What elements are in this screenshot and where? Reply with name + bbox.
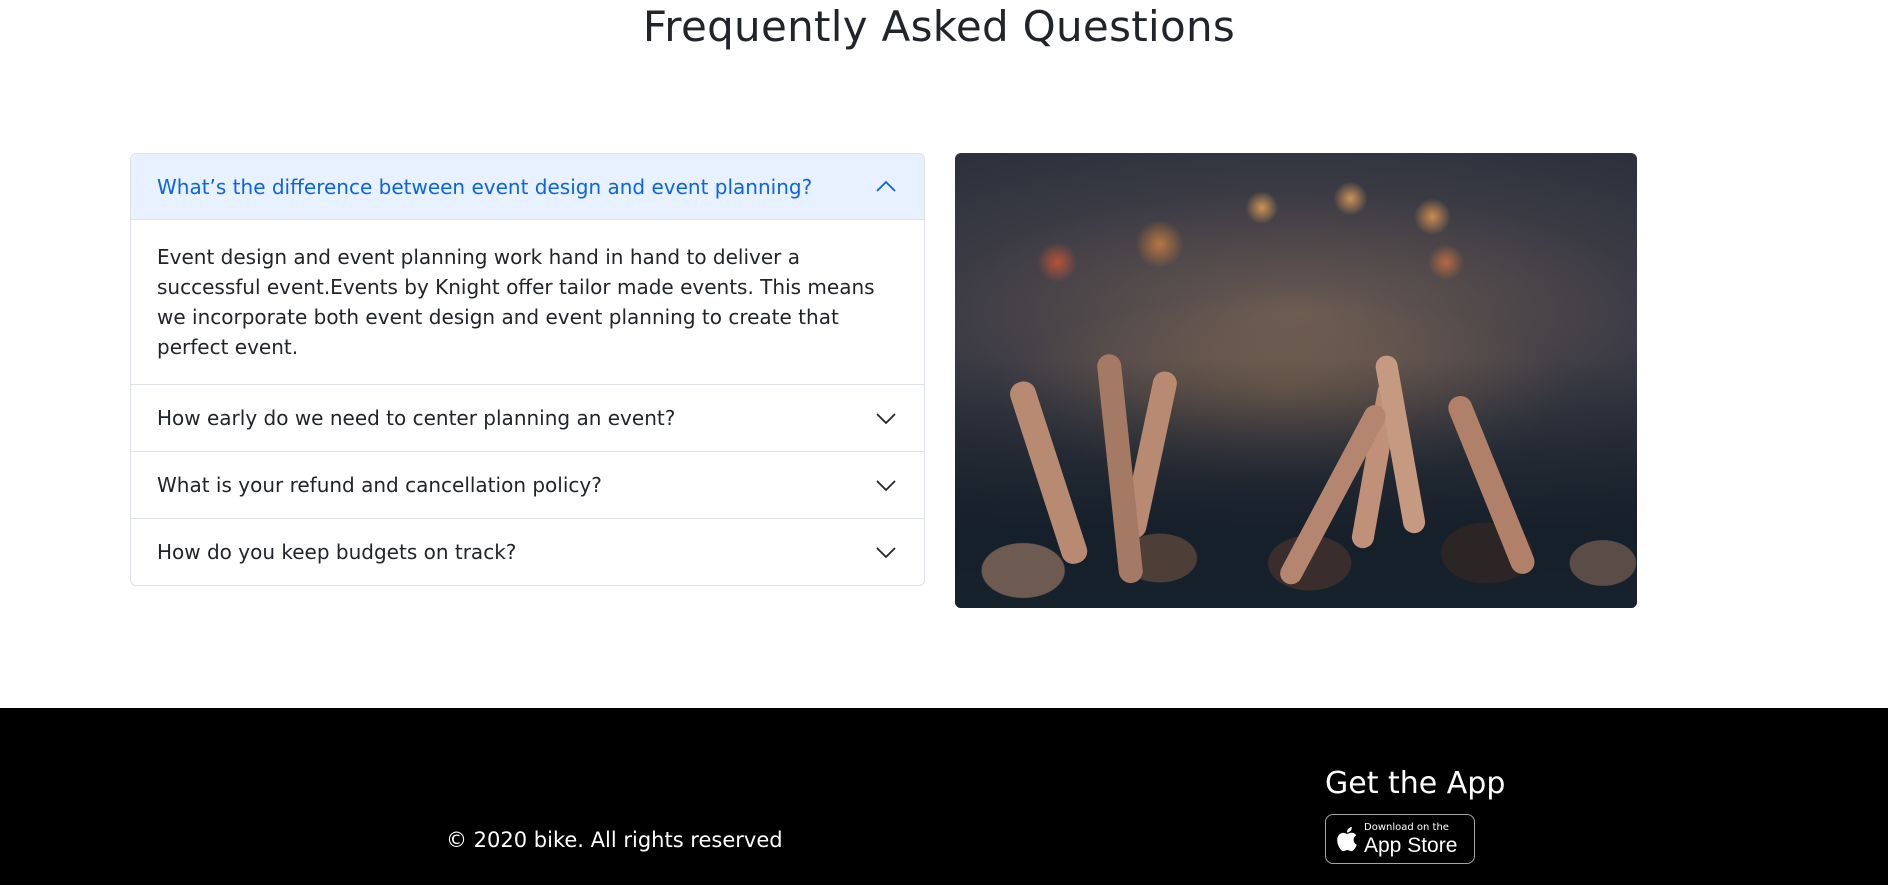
faq-item: What is your refund and cancellation pol… [131,451,924,518]
app-store-text: Download on the App Store [1364,821,1458,857]
faq-answer: Event design and event planning work han… [157,245,875,359]
faq-question-button[interactable]: What’s the difference between event desi… [131,154,924,220]
get-app-heading: Get the App [1325,766,1506,801]
app-store-large-label: App Store [1364,833,1458,857]
faq-question-label: What is your refund and cancellation pol… [157,473,602,497]
chevron-down-icon [874,406,898,430]
faq-question-label: How do you keep budgets on track? [157,540,517,564]
faq-title: Frequently Asked Questions [642,2,1236,51]
faq-question-button[interactable]: How early do we need to center planning … [131,385,924,451]
faq-question-label: How early do we need to center planning … [157,406,676,430]
footer: © 2020 bike. All rights reserved Get the… [0,708,1888,885]
copyright-text: © 2020 bike. All rights reserved [446,828,783,852]
concert-crowd-image [955,153,1637,608]
faq-item: How early do we need to center planning … [131,384,924,451]
faq-question-button[interactable]: How do you keep budgets on track? [131,519,924,585]
app-store-button[interactable]: Download on the App Store [1325,814,1475,864]
faq-item: How do you keep budgets on track? [131,518,924,585]
chevron-up-icon [874,175,898,199]
faq-question-label: What’s the difference between event desi… [157,174,813,199]
faq-item: What’s the difference between event desi… [131,154,924,384]
faq-accordion: What’s the difference between event desi… [130,153,925,586]
app-store-small-label: Download on the [1364,821,1449,833]
chevron-down-icon [874,473,898,497]
faq-question-button[interactable]: What is your refund and cancellation pol… [131,452,924,518]
apple-icon [1336,826,1358,852]
chevron-down-icon [874,540,898,564]
